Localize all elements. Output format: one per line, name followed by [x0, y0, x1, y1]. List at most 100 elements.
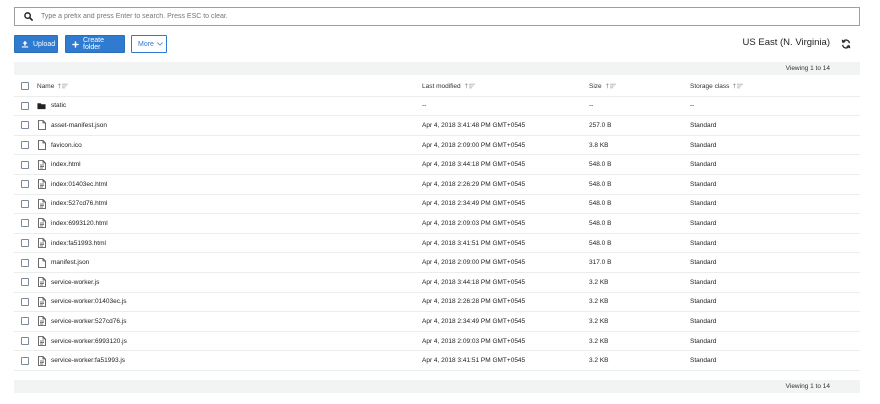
name-cell[interactable]: manifest.json [37, 253, 89, 272]
name-cell[interactable]: asset-manifest.json [37, 116, 107, 135]
table-header: Name Last modified Size Storage class [14, 77, 860, 97]
object-name[interactable]: index:01403ec.html [51, 181, 107, 188]
object-name[interactable]: service-worker:01403ec.js [51, 298, 127, 305]
row-checkbox[interactable] [21, 317, 29, 326]
row-checkbox[interactable] [21, 258, 29, 267]
refresh-icon[interactable] [840, 38, 852, 50]
table-row[interactable]: index:01403ec.html Apr 4, 2018 2:26:29 PM… [14, 175, 860, 195]
sort-icon[interactable] [464, 83, 476, 89]
name-cell[interactable]: favicon.ico [37, 136, 82, 155]
table-row[interactable]: service-worker.js Apr 4, 2018 3:44:18 PM … [14, 273, 860, 293]
more-button[interactable]: More [131, 35, 167, 53]
object-name[interactable]: asset-manifest.json [51, 122, 107, 129]
sort-icon[interactable] [733, 83, 744, 89]
file-icon [37, 120, 46, 131]
name-cell[interactable]: static [37, 97, 66, 116]
table-row[interactable]: service-worker:01403ec.js Apr 4, 2018 2:2… [14, 293, 860, 313]
row-checkbox[interactable] [21, 141, 29, 150]
table-row[interactable]: service-worker:6993120.js Apr 4, 2018 2:0… [14, 332, 860, 352]
table-row[interactable]: index:6993120.html Apr 4, 2018 2:09:03 PM… [14, 214, 860, 234]
name-cell[interactable]: service-worker:527cd76.js [37, 312, 127, 331]
row-checkbox[interactable] [21, 160, 29, 169]
row-select-cell [21, 351, 29, 370]
name-cell[interactable]: index:fa51993.html [37, 234, 106, 253]
table-row[interactable]: service-worker:fa51993.js Apr 4, 2018 3:4… [14, 351, 860, 371]
name-cell[interactable]: index:527cd76.html [37, 195, 107, 214]
table-row[interactable]: service-worker:527cd76.js Apr 4, 2018 2:3… [14, 312, 860, 332]
last-modified-cell: Apr 4, 2018 3:44:18 PM GMT+0545 [422, 278, 526, 286]
region-selector[interactable]: US East (N. Virginia) [743, 37, 830, 48]
header-size[interactable]: Size [589, 77, 617, 96]
name-cell[interactable]: index:6993120.html [37, 214, 108, 233]
object-name[interactable]: service-worker:fa51993.js [51, 357, 125, 364]
plus-icon [72, 40, 79, 48]
storage-class-cell: Standard [690, 278, 717, 286]
row-select-cell [21, 214, 29, 233]
storage-class-cell: Standard [690, 259, 717, 267]
last-modified-cell: Apr 4, 2018 2:34:49 PM GMT+0545 [422, 200, 526, 208]
name-cell[interactable]: index:01403ec.html [37, 175, 107, 194]
table-row[interactable]: static -- -- -- [14, 97, 860, 117]
row-select-cell [21, 175, 29, 194]
row-checkbox[interactable] [21, 219, 29, 228]
name-cell[interactable]: service-worker:6993120.js [37, 332, 127, 351]
object-name[interactable]: manifest.json [51, 259, 89, 266]
text-file-icon [37, 198, 46, 209]
size-cell: 3.2 KB [589, 337, 609, 345]
folder-icon [37, 101, 46, 111]
size-cell: 548.0 B [589, 161, 612, 169]
upload-label: Upload [33, 40, 56, 48]
select-all-checkbox[interactable] [21, 82, 29, 91]
last-modified-cell: Apr 4, 2018 2:09:03 PM GMT+0545 [422, 337, 526, 345]
search-bar[interactable] [14, 7, 860, 26]
row-checkbox[interactable] [21, 278, 29, 287]
row-checkbox[interactable] [21, 239, 29, 248]
name-cell[interactable]: index.html [37, 155, 81, 174]
storage-class-cell: Standard [690, 200, 717, 208]
row-checkbox[interactable] [21, 180, 29, 189]
row-checkbox[interactable] [21, 101, 29, 110]
object-name[interactable]: service-worker:6993120.js [51, 338, 127, 345]
table-row[interactable]: manifest.json Apr 4, 2018 2:09:00 PM GMT+… [14, 253, 860, 273]
header-storage-class[interactable]: Storage class [690, 77, 744, 96]
name-cell[interactable]: service-worker:fa51993.js [37, 351, 125, 370]
row-select-cell [21, 234, 29, 253]
object-name[interactable]: static [51, 102, 66, 109]
header-last-modified[interactable]: Last modified [422, 77, 476, 96]
sort-icon[interactable] [605, 83, 617, 89]
table-row[interactable]: index.html Apr 4, 2018 3:44:18 PM GMT+054… [14, 155, 860, 175]
object-name[interactable]: service-worker:527cd76.js [51, 318, 127, 325]
table-body: static -- -- -- asset-manifest.json Apr 4, 20… [14, 97, 860, 371]
object-name[interactable]: index.html [51, 161, 81, 168]
row-checkbox[interactable] [21, 199, 29, 208]
chevron-down-icon [157, 42, 163, 46]
table-row[interactable]: index:fa51993.html Apr 4, 2018 3:41:51 PM… [14, 234, 860, 254]
last-modified-cell: -- [422, 102, 427, 110]
storage-class-cell: -- [690, 102, 695, 110]
upload-button[interactable]: Upload [14, 35, 58, 53]
row-checkbox[interactable] [21, 297, 29, 306]
table-row[interactable]: favicon.ico Apr 4, 2018 2:09:00 PM GMT+05… [14, 136, 860, 156]
search-input[interactable] [37, 9, 859, 24]
name-cell[interactable]: service-worker.js [37, 273, 99, 292]
row-checkbox[interactable] [21, 121, 29, 130]
header-name[interactable]: Name [37, 77, 69, 96]
table-row[interactable]: asset-manifest.json Apr 4, 2018 3:41:48 P… [14, 116, 860, 136]
row-checkbox[interactable] [21, 356, 29, 365]
object-name[interactable]: index:6993120.html [51, 220, 108, 227]
storage-class-cell: Standard [690, 239, 717, 247]
text-file-icon [37, 218, 46, 229]
object-name[interactable]: index:527cd76.html [51, 200, 107, 207]
size-cell: 548.0 B [589, 180, 612, 188]
table-row[interactable]: index:527cd76.html Apr 4, 2018 2:34:49 PM… [14, 195, 860, 215]
text-file-icon [37, 355, 46, 366]
object-name[interactable]: service-worker.js [51, 279, 99, 286]
name-cell[interactable]: service-worker:01403ec.js [37, 293, 127, 312]
create-folder-button[interactable]: Create folder [65, 35, 125, 53]
row-checkbox[interactable] [21, 337, 29, 346]
text-file-icon [37, 238, 46, 248]
sort-icon[interactable] [58, 83, 69, 89]
object-name[interactable]: index:fa51993.html [51, 240, 106, 247]
object-name[interactable]: favicon.ico [51, 142, 82, 149]
file-icon [37, 257, 46, 268]
